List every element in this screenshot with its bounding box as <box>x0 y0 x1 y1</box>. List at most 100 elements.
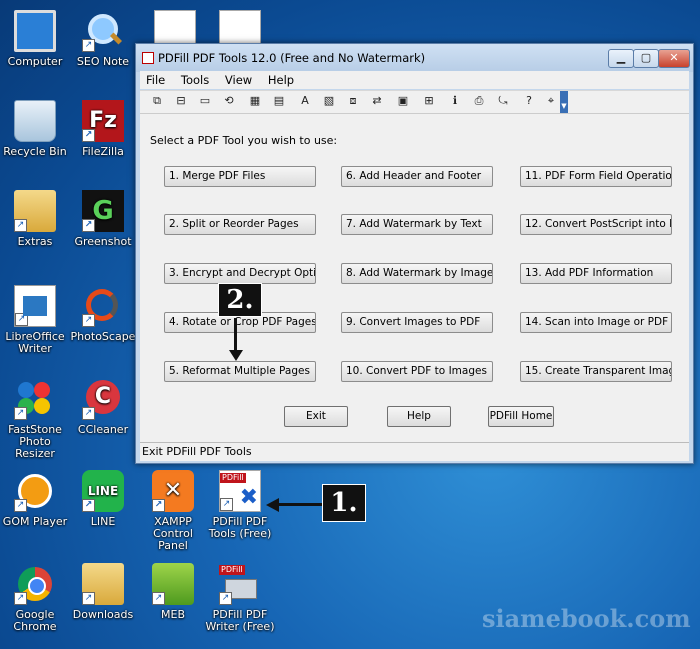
desktop-icon-label: GOM Player <box>2 515 68 528</box>
desktop-icon-xampp[interactable]: ✕ ↗ XAMPP Control Panel <box>138 470 208 552</box>
shortcut-arrow-icon: ↗ <box>14 219 27 232</box>
desktop-icon-chrome[interactable]: ↗ Google Chrome <box>0 563 70 633</box>
menu-help[interactable]: Help <box>262 71 300 87</box>
tool-button-postscript[interactable]: 12. Convert PostScript into PDF <box>520 214 672 235</box>
shortcut-arrow-icon: ↗ <box>82 592 95 605</box>
tool-button-transparent-image[interactable]: 15. Create Transparent Image <box>520 361 672 382</box>
encrypt-tool-icon[interactable]: ▭ <box>198 94 212 108</box>
desktop-icon-ccleaner[interactable]: ↗ CCleaner <box>68 378 138 436</box>
desktop-icon-label: FastStone Photo Resizer <box>8 423 62 460</box>
merge-tool-icon[interactable]: ⧉ <box>150 94 164 108</box>
desktop-icon-label: Recycle Bin <box>3 145 67 158</box>
desktop-icon-greenshot[interactable]: G ↗ Greenshot <box>68 190 138 248</box>
pdf-to-image-tool-icon[interactable]: ⇄ <box>370 94 384 108</box>
help-icon[interactable]: ? <box>522 94 536 108</box>
desktop-icon-filezilla[interactable]: Fz ↗ FileZilla <box>68 100 138 158</box>
tool-button-watermark-text[interactable]: 7. Add Watermark by Text <box>341 214 493 235</box>
tool-button-merge[interactable]: 1. Merge PDF Files <box>164 166 316 187</box>
pdfill-window: PDFill PDF Tools 12.0 (Free and No Water… <box>135 43 694 464</box>
shortcut-arrow-icon: ↗ <box>82 314 95 327</box>
shortcut-arrow-icon: ↗ <box>14 499 27 512</box>
tool-button-encrypt[interactable]: 3. Encrypt and Decrypt Options <box>164 263 316 284</box>
libreoffice-writer-icon: ↗ <box>14 285 56 327</box>
toolbar-overflow-chevron-icon[interactable]: ▼ <box>560 91 568 113</box>
desktop-icon-meb[interactable]: ↗ MEB <box>138 563 208 621</box>
desktop-icon-line[interactable]: LINE ↗ LINE <box>68 470 138 528</box>
form-field-tool-icon[interactable]: ▣ <box>396 94 410 108</box>
desktop-icon-seo-note[interactable]: ↗ SEO Note <box>68 10 138 68</box>
menu-tools[interactable]: Tools <box>175 71 215 87</box>
desktop: Computer Recycle Bin ↗ Extras ↗ LibreOff… <box>0 0 700 649</box>
desktop-icon-label: CCleaner <box>77 423 129 436</box>
tool-button-header-footer[interactable]: 6. Add Header and Footer <box>341 166 493 187</box>
tool-button-reformat[interactable]: 5. Reformat Multiple Pages <box>164 361 316 382</box>
desktop-icon-computer[interactable]: Computer <box>0 10 70 68</box>
desktop-icon-label: PDFill PDF Writer (Free) <box>205 608 275 633</box>
desktop-icon-label: FileZilla <box>82 145 124 158</box>
tool-button-watermark-image[interactable]: 8. Add Watermark by Image <box>341 263 493 284</box>
desktop-icon-label: Computer <box>7 55 63 68</box>
rotate-tool-icon[interactable]: ⟲ <box>222 94 236 108</box>
desktop-icon-label: LibreOffice Writer <box>5 330 65 355</box>
step-1-arrow <box>278 503 322 506</box>
step-2-arrow-head <box>229 350 243 361</box>
desktop-icon-pdfill-tools[interactable]: PDFill ✖ ↗ PDFill PDF Tools (Free) <box>205 470 275 540</box>
help-button[interactable]: Help <box>387 406 451 427</box>
exit-button[interactable]: Exit <box>284 406 348 427</box>
recycle-bin-icon <box>14 100 56 142</box>
desktop-icon-label: PDFill PDF Tools (Free) <box>208 515 272 540</box>
maximize-button[interactable]: ▢ <box>633 49 659 68</box>
tool-button-split[interactable]: 2. Split or Reorder Pages <box>164 214 316 235</box>
desktop-icon-downloads[interactable]: ↗ Downloads <box>68 563 138 621</box>
desktop-icon-photoscape[interactable]: ↗ PhotoScape <box>68 285 138 343</box>
desktop-icon-label: Extras <box>17 235 53 248</box>
desktop-icon-pdfill-writer[interactable]: PDFill ↗ PDFill PDF Writer (Free) <box>205 563 275 633</box>
title-bar[interactable]: PDFill PDF Tools 12.0 (Free and No Water… <box>136 44 693 72</box>
line-icon: LINE ↗ <box>82 470 124 512</box>
tool-button-form-fields[interactable]: 11. PDF Form Field Operations <box>520 166 672 187</box>
menu-file[interactable]: File <box>140 71 171 87</box>
desktop-icon-recycle-bin[interactable]: Recycle Bin <box>0 100 70 158</box>
scan-tool-icon[interactable]: ⎙ <box>472 94 486 108</box>
image-watermark-tool-icon[interactable]: ▧ <box>322 94 336 108</box>
tool-button-pdf-information[interactable]: 13. Add PDF Information <box>520 263 672 284</box>
shortcut-arrow-icon: ↗ <box>220 498 233 511</box>
reformat-tool-icon[interactable]: ▦ <box>248 94 262 108</box>
desktop-icon-label: PhotoScape <box>70 330 136 343</box>
text-watermark-tool-icon[interactable]: A <box>298 94 312 108</box>
filezilla-icon: Fz ↗ <box>82 100 124 142</box>
meb-icon: ↗ <box>152 563 194 605</box>
tools-x-icon: ✖ <box>239 485 258 510</box>
tool-button-scan[interactable]: 14. Scan into Image or PDF <box>520 312 672 333</box>
tool-button-images-to-pdf[interactable]: 9. Convert Images to PDF <box>341 312 493 333</box>
desktop-icon-libreoffice[interactable]: ↗ LibreOffice Writer <box>0 285 70 355</box>
menu-bar: File Tools View Help <box>140 71 689 89</box>
step-2-arrow <box>234 318 237 352</box>
search-magnifier-icon: ↗ <box>82 10 124 52</box>
minimize-button[interactable]: ▁ <box>608 49 634 68</box>
pdfill-tools-icon: PDFill ✖ ↗ <box>219 470 261 512</box>
menu-view[interactable]: View <box>219 71 258 87</box>
desktop-icon-faststone[interactable]: ↗ FastStone Photo Resizer <box>0 378 70 460</box>
app-icon <box>142 52 154 64</box>
image-to-pdf-tool-icon[interactable]: ⧈ <box>346 94 360 108</box>
shortcut-arrow-icon: ↗ <box>82 499 95 512</box>
shortcut-arrow-icon: ↗ <box>152 499 165 512</box>
pdfill-writer-icon: PDFill ↗ <box>219 563 261 605</box>
transparent-image-tool-icon[interactable]: ⤿ <box>496 94 510 108</box>
context-help-icon[interactable]: ⌖ <box>544 94 558 108</box>
greenshot-icon: G ↗ <box>82 190 124 232</box>
split-tool-icon[interactable]: ⊟ <box>174 94 188 108</box>
close-button[interactable]: ✕ <box>658 49 690 68</box>
shortcut-arrow-icon: ↗ <box>82 219 95 232</box>
info-tool-icon[interactable]: ℹ <box>448 94 462 108</box>
pdfill-home-button[interactable]: PDFill Home <box>488 406 554 427</box>
postscript-tool-icon[interactable]: ⊞ <box>422 94 436 108</box>
desktop-icon-extras[interactable]: ↗ Extras <box>0 190 70 248</box>
shortcut-arrow-icon: ↗ <box>15 313 28 326</box>
faststone-icon: ↗ <box>14 378 56 420</box>
desktop-icon-gom[interactable]: ↗ GOM Player <box>0 470 70 528</box>
header-footer-tool-icon[interactable]: ▤ <box>272 94 286 108</box>
tool-button-pdf-to-images[interactable]: 10. Convert PDF to Images <box>341 361 493 382</box>
chrome-icon: ↗ <box>14 563 56 605</box>
